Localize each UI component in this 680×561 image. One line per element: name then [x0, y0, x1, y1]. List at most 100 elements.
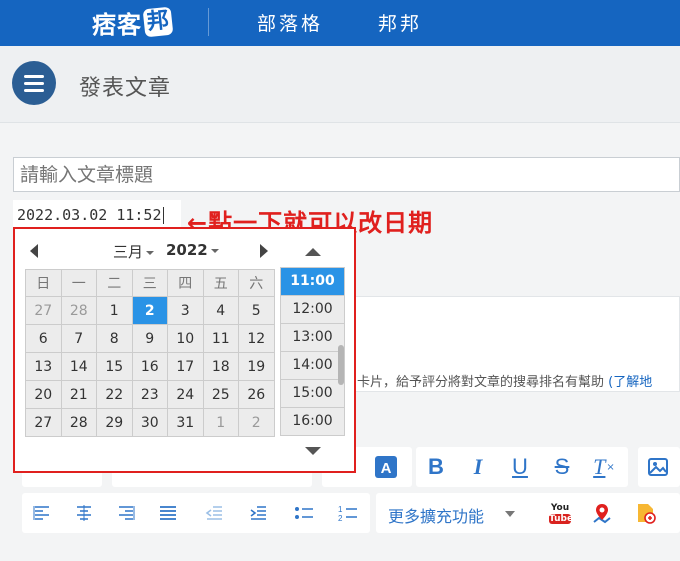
bold-icon[interactable]: B — [416, 447, 456, 487]
weekday-header: 日 一 二 三 四 五 六 — [25, 269, 275, 297]
more-extensions-dropdown[interactable]: 更多擴充功能 — [388, 503, 484, 527]
calendar-day[interactable]: 2 — [238, 408, 275, 437]
prev-month-arrow-icon[interactable] — [30, 244, 38, 258]
calendar-day[interactable]: 26 — [238, 380, 275, 409]
svg-text:1: 1 — [338, 505, 343, 514]
calendar-week: 13 14 15 16 17 18 19 — [25, 352, 275, 381]
align-left-icon[interactable] — [22, 493, 62, 533]
calendar-day[interactable]: 14 — [60, 352, 97, 381]
chevron-down-icon — [210, 248, 219, 253]
time-option[interactable]: 12:00 — [281, 296, 344, 324]
calendar-day[interactable]: 27 — [25, 408, 62, 437]
calendar-week: 20 21 22 23 24 25 26 — [25, 380, 275, 409]
calendar-day[interactable]: 3 — [167, 296, 204, 325]
calendar-day[interactable]: 29 — [96, 408, 133, 437]
calendar-day[interactable]: 31 — [167, 408, 204, 437]
calendar-day[interactable]: 11 — [202, 324, 239, 353]
year-select[interactable]: 2022 — [166, 241, 219, 259]
learn-more-link[interactable]: (了解地 — [608, 375, 652, 390]
nav-divider — [208, 8, 209, 36]
hamburger-line — [24, 89, 44, 92]
calendar-day[interactable]: 27 — [25, 296, 62, 325]
toolbar-group: 更多擴充功能 You Tube — [376, 493, 680, 533]
weekday-label: 一 — [60, 269, 97, 297]
weekday-label: 四 — [167, 269, 204, 297]
calendar-day[interactable]: 16 — [131, 352, 168, 381]
calendar-day[interactable]: 25 — [202, 380, 239, 409]
calendar-day[interactable]: 1 — [96, 296, 133, 325]
article-title-input[interactable] — [13, 157, 680, 192]
next-month-arrow-icon[interactable] — [260, 244, 268, 258]
calendar-day[interactable]: 19 — [238, 352, 275, 381]
calendar-day[interactable]: 1 — [202, 408, 239, 437]
youtube-label-top: You — [550, 502, 570, 513]
time-option[interactable]: 14:00 — [281, 352, 344, 380]
time-list[interactable]: 11:00 12:00 13:00 14:00 15:00 16:00 — [280, 267, 345, 436]
calendar-day[interactable]: 15 — [96, 352, 133, 381]
bullet-list-icon[interactable] — [284, 493, 324, 533]
helper-text: 卡片，給予評分將對文章的搜尋排名有幫助 (了解地 — [357, 371, 652, 390]
nav-bangbang[interactable]: 邦邦 — [378, 9, 422, 36]
youtube-icon[interactable]: You Tube — [540, 493, 580, 533]
time-scroll-up-icon[interactable] — [305, 248, 321, 256]
calendar-day[interactable]: 22 — [96, 380, 133, 409]
weekday-label: 五 — [202, 269, 239, 297]
indent-icon[interactable] — [238, 493, 278, 533]
clear-format-icon[interactable]: T × — [584, 447, 624, 487]
calendar-day[interactable]: 7 — [60, 324, 97, 353]
calendar-day[interactable]: 6 — [25, 324, 62, 353]
date-time-picker: 三月 2022 日 一 二 三 四 五 六 27 28 1 2 3 4 5 6 … — [13, 227, 356, 473]
image-icon[interactable] — [638, 447, 678, 487]
map-pin-icon[interactable] — [582, 493, 622, 533]
logo-badge: 邦 — [142, 6, 174, 38]
calendar-day[interactable]: 9 — [131, 324, 168, 353]
align-center-icon[interactable] — [64, 493, 104, 533]
time-option-selected[interactable]: 11:00 — [281, 268, 344, 296]
outdent-icon[interactable] — [194, 493, 234, 533]
align-right-icon[interactable] — [106, 493, 146, 533]
calendar-week: 27 28 29 30 31 1 2 — [25, 408, 275, 437]
hamburger-line — [24, 82, 44, 85]
calendar-week: 6 7 8 9 10 11 12 — [25, 324, 275, 353]
font-color-icon[interactable]: A — [366, 447, 406, 487]
calendar-day[interactable]: 12 — [238, 324, 275, 353]
time-option[interactable]: 13:00 — [281, 324, 344, 352]
calendar-day[interactable]: 10 — [167, 324, 204, 353]
calendar-day[interactable]: 13 — [25, 352, 62, 381]
calendar-day[interactable]: 24 — [167, 380, 204, 409]
weekday-label: 日 — [25, 269, 62, 297]
numbered-list-icon[interactable]: 12 — [328, 493, 368, 533]
underline-icon[interactable]: U — [500, 447, 540, 487]
strikethrough-icon[interactable]: S — [542, 447, 582, 487]
publish-date-field[interactable]: 2022.03.02 11:52 — [13, 200, 181, 230]
month-select[interactable]: 三月 — [113, 241, 155, 262]
calendar-day[interactable]: 18 — [202, 352, 239, 381]
weekday-label: 二 — [96, 269, 133, 297]
calendar-day[interactable]: 8 — [96, 324, 133, 353]
calendar-day[interactable]: 23 — [131, 380, 168, 409]
calendar-day[interactable]: 20 — [25, 380, 62, 409]
menu-button[interactable] — [12, 61, 56, 105]
logo-text: 痞客 — [92, 10, 142, 39]
calendar-day-selected[interactable]: 2 — [131, 296, 168, 325]
calendar-day[interactable]: 4 — [202, 296, 239, 325]
nav-blog[interactable]: 部落格 — [257, 9, 323, 36]
hamburger-icon — [24, 75, 44, 78]
time-scrollbar[interactable] — [338, 345, 344, 385]
calendar-day[interactable]: 17 — [167, 352, 204, 381]
time-scroll-down-icon[interactable] — [305, 447, 321, 455]
calendar-day[interactable]: 28 — [60, 296, 97, 325]
logo[interactable]: 痞客 邦 — [92, 4, 174, 40]
calendar-day[interactable]: 30 — [131, 408, 168, 437]
attachment-icon[interactable] — [626, 493, 666, 533]
weekday-label: 三 — [131, 269, 168, 297]
text-caret — [162, 207, 164, 224]
calendar-day[interactable]: 5 — [238, 296, 275, 325]
calendar-day[interactable]: 28 — [60, 408, 97, 437]
chevron-down-icon[interactable] — [505, 511, 515, 517]
italic-icon[interactable]: I — [458, 447, 498, 487]
time-option[interactable]: 16:00 — [281, 408, 344, 435]
justify-icon[interactable] — [148, 493, 188, 533]
time-option[interactable]: 15:00 — [281, 380, 344, 408]
calendar-day[interactable]: 21 — [60, 380, 97, 409]
